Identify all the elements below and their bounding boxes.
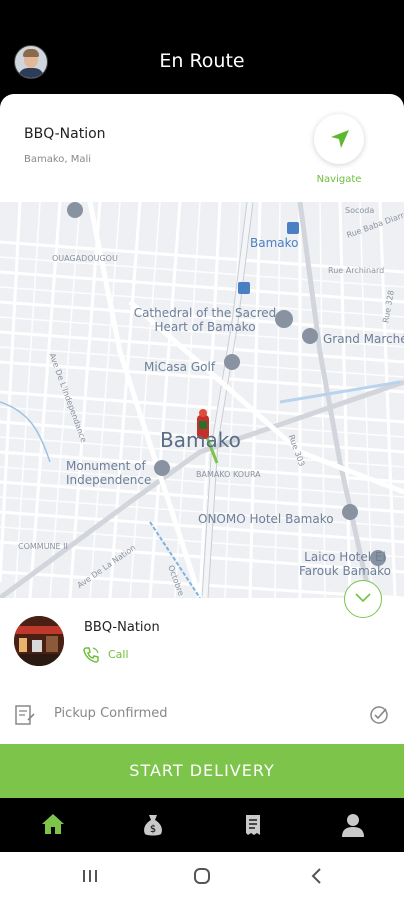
map-label: Bamako	[250, 236, 299, 250]
navigation-arrow-icon	[331, 130, 349, 148]
phone-icon	[83, 647, 99, 663]
page-title: En Route	[159, 50, 245, 72]
home-icon	[42, 814, 64, 834]
map-label: Grand Marché	[323, 332, 404, 346]
tab-earnings[interactable]: $	[122, 798, 182, 852]
navigate-label[interactable]: Navigate	[306, 174, 372, 185]
collapse-map-button[interactable]	[344, 580, 382, 618]
main-sheet: BBQ-Nation Bamako, Mali Navigate OUAGADO…	[0, 94, 404, 798]
call-label[interactable]: Call	[108, 648, 129, 661]
map-label: COMMUNE II	[18, 542, 68, 551]
navigate-button[interactable]	[314, 114, 364, 164]
tab-profile[interactable]	[322, 798, 382, 852]
back-chevron-icon	[311, 868, 321, 884]
map-label: MiCasa Golf	[144, 360, 216, 374]
home-circle-icon	[194, 868, 210, 884]
contact-name: BBQ-Nation	[84, 620, 160, 635]
status-bar	[0, 0, 404, 30]
check-circle-icon	[370, 706, 388, 724]
map-label: Socoda	[345, 206, 375, 215]
map-label: Cathedral of the Sacred Heart of Bamako	[133, 306, 277, 334]
receipt-icon	[246, 815, 260, 835]
start-delivery-button[interactable]: START DELIVERY	[0, 744, 404, 798]
map-label: Laico Hotel El Farouk Bamako	[298, 550, 392, 578]
restaurant-avatar	[14, 616, 64, 666]
pickup-location: Bamako, Mali	[24, 154, 92, 165]
recent-apps-icon	[83, 870, 97, 882]
user-icon	[342, 814, 364, 837]
recent-apps-button[interactable]	[70, 864, 110, 888]
map-label: Rue Archinard	[328, 266, 385, 275]
top-bar: En Route	[0, 30, 404, 94]
tab-home[interactable]	[22, 798, 82, 852]
pickup-status-label: Pickup Confirmed	[54, 706, 168, 721]
money-bag-icon: $	[144, 815, 162, 836]
bottom-tab-bar: $	[0, 798, 404, 852]
map-label: Bamako	[160, 428, 241, 452]
map-view[interactable]: OUAGADOUGOU Bamako Rue Archinard Rue Bab…	[0, 202, 404, 598]
map-label: BAMAKO KOURA	[196, 470, 261, 479]
home-system-button[interactable]	[182, 864, 222, 888]
map-label: ONOMO Hotel Bamako	[198, 512, 334, 526]
chevron-down-icon	[355, 593, 371, 603]
back-button[interactable]	[296, 864, 336, 888]
system-navigation-bar	[0, 852, 404, 900]
pickup-status-row: Pickup Confirmed	[0, 694, 404, 734]
svg-text:$: $	[150, 824, 156, 835]
pickup-name: BBQ-Nation	[24, 126, 106, 142]
document-edit-icon	[15, 705, 35, 725]
tab-orders[interactable]	[222, 798, 282, 852]
map-label: OUAGADOUGOU	[52, 254, 118, 263]
map-label: Monument of Independence	[66, 459, 152, 487]
